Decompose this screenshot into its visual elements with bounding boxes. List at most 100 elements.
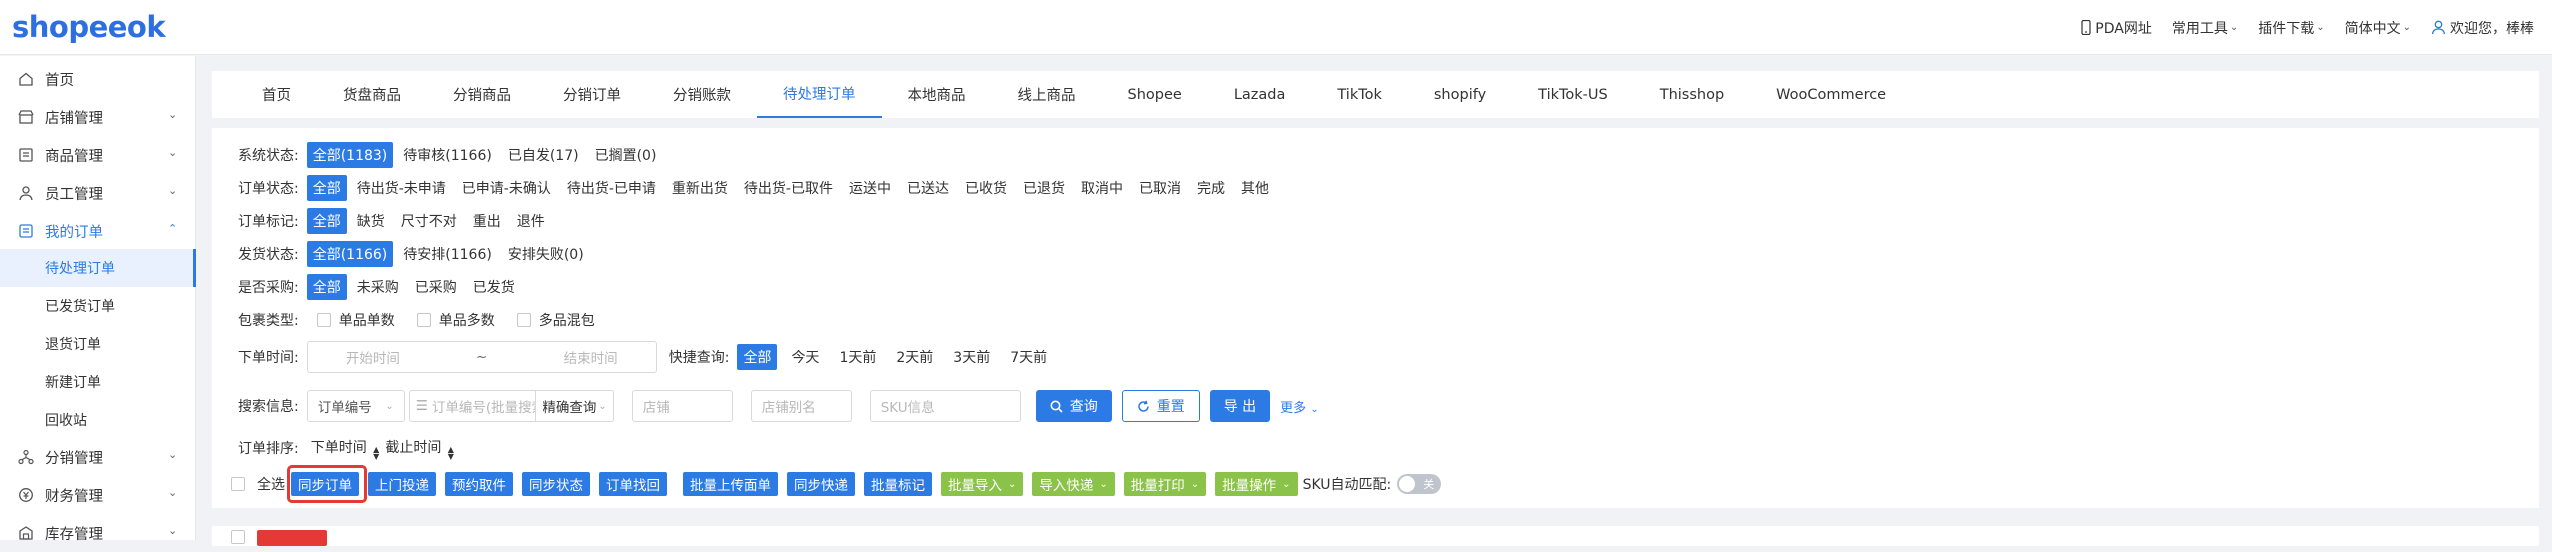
quick-query-option[interactable]: 2天前 — [890, 344, 939, 370]
row-checkbox[interactable] — [231, 530, 245, 544]
purchased-option[interactable]: 已发货 — [467, 274, 521, 300]
quick-query-option[interactable]: 7天前 — [1004, 344, 1053, 370]
order-status-option[interactable]: 已退货 — [1017, 175, 1071, 201]
order-status-option[interactable]: 已送达 — [901, 175, 955, 201]
batch-import-dropdown[interactable]: 批量导入 ⌄ — [941, 472, 1024, 496]
tab-local-products[interactable]: 本地商品 — [882, 71, 992, 118]
user-menu[interactable]: 欢迎您，棒棒 — [2431, 18, 2534, 38]
common-tools-menu[interactable]: 常用工具 ⌄ — [2172, 18, 2238, 38]
end-date-input[interactable]: 结束时间 — [564, 347, 618, 367]
package-type-checkbox[interactable] — [316, 313, 331, 327]
system-status-option[interactable]: 已搁置(0) — [589, 142, 663, 168]
order-status-option[interactable]: 重新出货 — [666, 175, 734, 201]
shop-alias-input[interactable]: 店铺别名 — [750, 390, 852, 422]
purchased-option[interactable]: 未采购 — [351, 274, 405, 300]
sidebar-subitem-new-order[interactable]: 新建订单 — [0, 363, 196, 401]
sidebar-item-staff[interactable]: 员工管理 ⌄ — [0, 174, 196, 212]
start-date-input[interactable]: 开始时间 — [346, 347, 400, 367]
batch-mark-button[interactable]: 批量标记 — [864, 472, 932, 496]
recover-orders-button[interactable]: 订单找回 — [599, 472, 667, 496]
search-field-select[interactable]: 订单编号 ⌄ — [306, 390, 405, 422]
order-status-option[interactable]: 已取消 — [1133, 175, 1187, 201]
order-status-option[interactable]: 已申请-未确认 — [456, 175, 557, 201]
sidebar-subitem-recycle-bin[interactable]: 回收站 — [0, 401, 196, 439]
tab-distribution-orders[interactable]: 分销订单 — [537, 71, 647, 118]
language-menu[interactable]: 简体中文 ⌄ — [2345, 18, 2411, 38]
door-delivery-button[interactable]: 上门投递 — [368, 472, 436, 496]
system-status-option[interactable]: 已自发(17) — [502, 142, 585, 168]
sidebar-item-distribution[interactable]: 分销管理 ⌄ — [0, 438, 196, 476]
order-status-option[interactable]: 完成 — [1191, 175, 1231, 201]
tab-distribution-accounts[interactable]: 分销账款 — [647, 71, 757, 118]
reset-button[interactable]: 重置 — [1121, 390, 1200, 422]
batch-upload-label-button[interactable]: 批量上传面单 — [683, 472, 778, 496]
sidebar-item-store[interactable]: 店铺管理 ⌄ — [0, 98, 196, 136]
match-mode-select[interactable]: 精确查询 ⌄ — [535, 391, 612, 421]
order-mark-option[interactable]: 退件 — [511, 208, 551, 234]
order-mark-option[interactable]: 尺寸不对 — [395, 208, 463, 234]
tab-stock-products[interactable]: 货盘商品 — [317, 71, 427, 118]
system-status-option[interactable]: 全部(1183) — [306, 142, 394, 168]
order-mark-option[interactable]: 缺货 — [351, 208, 391, 234]
batch-operation-dropdown[interactable]: 批量操作 ⌄ — [1215, 472, 1298, 496]
order-status-option[interactable]: 已收货 — [959, 175, 1013, 201]
batch-print-dropdown[interactable]: 批量打印 ⌄ — [1123, 472, 1207, 496]
quick-query-option[interactable]: 1天前 — [833, 344, 882, 370]
sort-order-time[interactable]: 下单时间 ▲ ▼ — [311, 437, 380, 461]
tab-pending-orders[interactable]: 待处理订单 — [757, 71, 882, 118]
tab-online-products[interactable]: 线上商品 — [992, 71, 1102, 118]
order-status-option[interactable]: 其他 — [1235, 175, 1275, 201]
sku-auto-match-toggle[interactable]: 关 — [1397, 474, 1442, 494]
sort-deadline-time[interactable]: 截止时间 ▲ ▼ — [385, 437, 454, 461]
keyword-input[interactable]: 订单编号(批量搜索用... — [432, 396, 536, 416]
quick-query-option[interactable]: 3天前 — [947, 344, 996, 370]
sync-express-button[interactable]: 同步快递 — [787, 472, 855, 496]
order-status-option[interactable]: 全部 — [306, 175, 347, 201]
tab-tiktok-us[interactable]: TikTok-US — [1512, 71, 1634, 118]
sidebar-item-finance[interactable]: 财务管理 ⌄ — [0, 476, 196, 514]
sidebar-item-product[interactable]: 商品管理 ⌄ — [0, 136, 196, 174]
sync-status-button[interactable]: 同步状态 — [522, 472, 590, 496]
shop-input[interactable]: 店铺 — [631, 390, 733, 422]
plugin-download-menu[interactable]: 插件下载 ⌄ — [2258, 18, 2324, 38]
tab-shopee[interactable]: Shopee — [1102, 71, 1208, 118]
export-button[interactable]: 导 出 — [1209, 390, 1271, 422]
ship-status-option[interactable]: 安排失败(0) — [502, 241, 590, 267]
order-mark-option[interactable]: 重出 — [467, 208, 507, 234]
date-range-picker[interactable]: 开始时间 ~ 结束时间 — [306, 341, 657, 373]
order-status-option[interactable]: 运送中 — [843, 175, 897, 201]
sidebar-subitem-return-orders[interactable]: 退货订单 — [0, 325, 196, 363]
tab-distribution-products[interactable]: 分销商品 — [427, 71, 537, 118]
order-status-option[interactable]: 取消中 — [1075, 175, 1129, 201]
tab-thisshop[interactable]: Thisshop — [1634, 71, 1750, 118]
order-status-option[interactable]: 待出货-已申请 — [561, 175, 662, 201]
tab-shopify[interactable]: shopify — [1408, 71, 1512, 118]
order-mark-option[interactable]: 全部 — [306, 208, 347, 234]
app-logo[interactable]: shopeeok — [12, 10, 166, 44]
pda-link[interactable]: PDA网址 — [2081, 18, 2152, 38]
order-status-option[interactable]: 待出货-未申请 — [351, 175, 452, 201]
tab-home[interactable]: 首页 — [236, 71, 317, 118]
package-type-checkbox[interactable] — [416, 313, 431, 327]
sidebar-subitem-pending-orders[interactable]: 待处理订单 — [0, 249, 196, 287]
ship-status-option[interactable]: 待安排(1166) — [397, 241, 498, 267]
sidebar-subitem-shipped-orders[interactable]: 已发货订单 — [0, 287, 196, 325]
more-filters-link[interactable]: 更多 ⌄ — [1280, 397, 1319, 416]
ship-status-option[interactable]: 全部(1166) — [306, 241, 394, 267]
package-type-checkbox[interactable] — [516, 313, 531, 327]
quick-query-option[interactable]: 全部 — [737, 344, 778, 370]
sidebar-item-home[interactable]: 首页 — [0, 60, 196, 98]
sku-input[interactable]: SKU信息 — [869, 390, 1021, 422]
tab-tiktok[interactable]: TikTok — [1311, 71, 1408, 118]
quick-query-option[interactable]: 今天 — [785, 344, 825, 370]
sidebar-item-inventory[interactable]: 库存管理 ⌄ — [0, 514, 196, 552]
select-all-checkbox[interactable] — [231, 477, 245, 491]
tab-woocommerce[interactable]: WooCommerce — [1750, 71, 1912, 118]
purchased-option[interactable]: 全部 — [306, 274, 347, 300]
purchased-option[interactable]: 已采购 — [409, 274, 463, 300]
order-status-option[interactable]: 待出货-已取件 — [738, 175, 839, 201]
query-button[interactable]: 查询 — [1035, 390, 1112, 422]
system-status-option[interactable]: 待审核(1166) — [397, 142, 498, 168]
schedule-pickup-button[interactable]: 预约取件 — [445, 472, 513, 496]
tab-lazada[interactable]: Lazada — [1208, 71, 1312, 118]
